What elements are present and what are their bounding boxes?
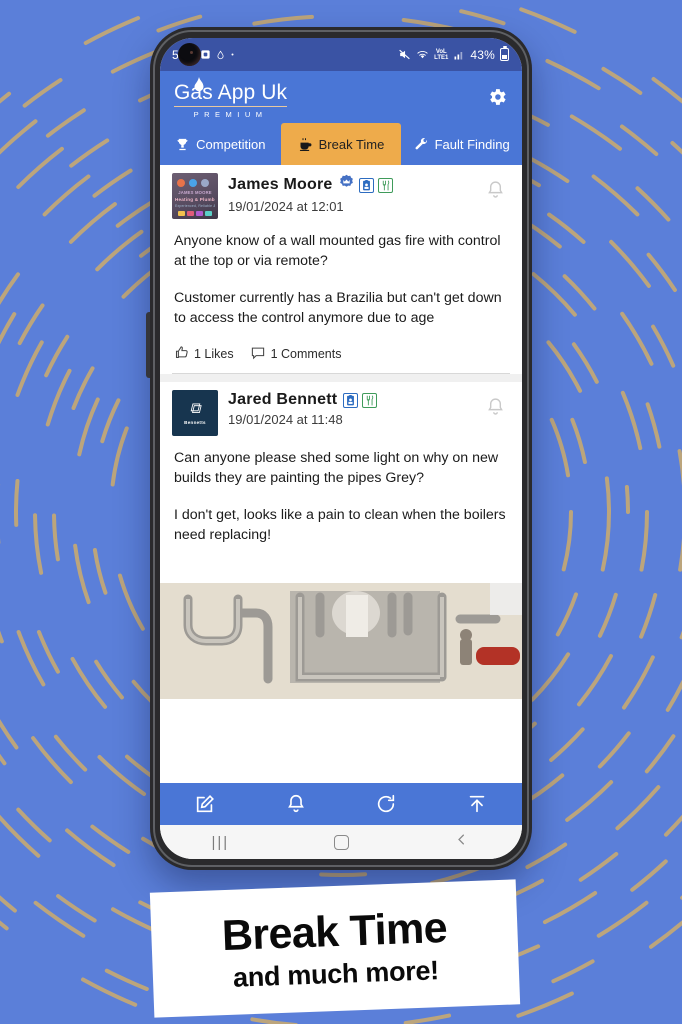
bell-icon[interactable] <box>485 173 510 206</box>
home-square-icon <box>333 834 349 850</box>
phone-device-frame: 5 VoL LTE1 43% Gas App Uk PREMIUM Compet… <box>146 27 532 870</box>
avatar-logo-mark: ⧉ <box>189 400 201 417</box>
post-meta: Jared Bennett 19/01/2024 at 11:48 <box>228 390 475 427</box>
brand-logo: Gas App Uk PREMIUM <box>174 76 288 119</box>
gas-safe-id-badge <box>359 177 375 193</box>
post-paragraph: Anyone know of a wall mounted gas fire w… <box>174 233 501 269</box>
avatar-logo-chips <box>178 211 212 216</box>
avatar-line-2: Heating & Plumbing Ltd <box>175 197 215 202</box>
poster-badges <box>338 174 394 196</box>
post-body: Can anyone please shed some light on why… <box>172 436 510 545</box>
promo-caption-card: Break Time and much more! <box>149 879 521 1018</box>
post-paragraph: Can anyone please shed some light on why… <box>174 450 499 486</box>
poster-name: James Moore <box>228 176 333 193</box>
tab-fault-finding[interactable]: Fault Finding <box>401 123 522 165</box>
post-date: 19/01/2024 at 11:48 <box>228 412 343 427</box>
recents-icon: ||| <box>211 833 230 851</box>
post-body: Anyone know of a wall mounted gas fire w… <box>172 219 510 328</box>
post-photo[interactable] <box>160 583 522 699</box>
punch-hole-camera <box>178 43 201 66</box>
app-bottom-bar <box>160 783 522 825</box>
tools-badge <box>362 392 378 408</box>
caption-subtitle: and much more! <box>232 954 440 993</box>
bell-icon[interactable] <box>485 390 510 423</box>
mute-icon <box>398 48 411 61</box>
post-paragraph: Customer currently has a Brazilia but ca… <box>174 290 502 326</box>
comments-label: 1 Comments <box>270 347 342 361</box>
post-item[interactable]: ⧉ Bennetts Jared Bennett 19/01/2024 at 1… <box>160 382 522 545</box>
signal-icon <box>453 49 465 61</box>
gear-icon[interactable] <box>486 78 508 113</box>
poster-badges <box>343 392 378 408</box>
dot-icon <box>230 52 235 57</box>
post-header: ⧉ Bennetts Jared Bennett 19/01/2024 at 1… <box>172 390 510 436</box>
battery-percent: 43% <box>470 47 495 62</box>
chevron-left-icon <box>454 832 469 852</box>
post-date: 19/01/2024 at 12:01 <box>228 199 344 214</box>
water-drop-icon <box>216 49 225 61</box>
caption-title: Break Time <box>221 903 448 960</box>
avatar[interactable]: JAMES MOORE Heating & Plumbing Ltd Exper… <box>172 173 218 219</box>
volte-icon: VoL LTE1 <box>434 48 449 61</box>
wrench-icon <box>414 137 429 152</box>
thumbs-up-icon <box>174 345 189 363</box>
post-separator <box>160 374 522 382</box>
compose-icon[interactable] <box>160 793 251 815</box>
flame-icon <box>190 76 208 101</box>
tab-competition[interactable]: Competition <box>160 123 281 165</box>
refresh-icon[interactable] <box>341 793 432 815</box>
wifi-icon <box>416 49 429 60</box>
premium-crown-badge <box>338 174 355 196</box>
promo-screenshot: 5 VoL LTE1 43% Gas App Uk PREMIUM Compet… <box>0 0 682 1024</box>
speech-bubble-icon <box>250 345 266 363</box>
recents-button[interactable]: ||| <box>160 834 281 851</box>
avatar-logo-dots <box>177 179 209 187</box>
bell-icon[interactable] <box>251 793 342 815</box>
post-body-spacer <box>160 545 522 583</box>
battery-icon <box>500 46 509 61</box>
screenshot-icon <box>200 49 211 60</box>
gas-safe-id-badge <box>343 392 359 408</box>
brand-subtitle: PREMIUM <box>193 110 268 119</box>
tab-break-time[interactable]: Break Time <box>280 123 402 165</box>
post-paragraph: I don't get, looks like a pain to clean … <box>174 507 506 543</box>
coffee-cup-icon <box>298 137 313 152</box>
avatar-line-1: Bennetts <box>184 419 206 425</box>
poster-name: Jared Bennett <box>228 391 338 408</box>
app-header: Gas App Uk PREMIUM <box>160 71 522 123</box>
tools-badge <box>378 177 394 193</box>
home-button[interactable] <box>281 834 402 850</box>
likes-label: 1 Likes <box>194 347 234 361</box>
post-header: JAMES MOORE Heating & Plumbing Ltd Exper… <box>172 173 510 219</box>
tab-bar: Competition Break Time Fault Finding <box>160 123 522 165</box>
tab-label: Competition <box>196 136 266 152</box>
avatar-line-1: JAMES MOORE <box>178 190 212 195</box>
android-nav-bar: ||| <box>160 825 522 859</box>
post-feed[interactable]: JAMES MOORE Heating & Plumbing Ltd Exper… <box>160 165 522 783</box>
comments-button[interactable]: 1 Comments <box>250 345 342 363</box>
post-stats: 1 Likes 1 Comments <box>172 328 510 374</box>
scroll-to-top-icon[interactable] <box>432 793 523 815</box>
likes-button[interactable]: 1 Likes <box>174 345 234 363</box>
avatar[interactable]: ⧉ Bennetts <box>172 390 218 436</box>
phone-screen: 5 VoL LTE1 43% Gas App Uk PREMIUM Compet… <box>160 38 522 859</box>
android-status-bar: 5 VoL LTE1 43% <box>160 38 522 71</box>
post-item[interactable]: JAMES MOORE Heating & Plumbing Ltd Exper… <box>160 165 522 374</box>
avatar-line-3: Experienced, Reliable & Trusted <box>175 204 215 208</box>
trophy-icon <box>175 137 190 152</box>
back-button[interactable] <box>401 832 522 852</box>
post-meta: James Moore 19/01/2024 at 12:01 <box>228 173 475 214</box>
tab-label: Fault Finding <box>434 136 510 152</box>
tab-label: Break Time <box>318 136 385 152</box>
